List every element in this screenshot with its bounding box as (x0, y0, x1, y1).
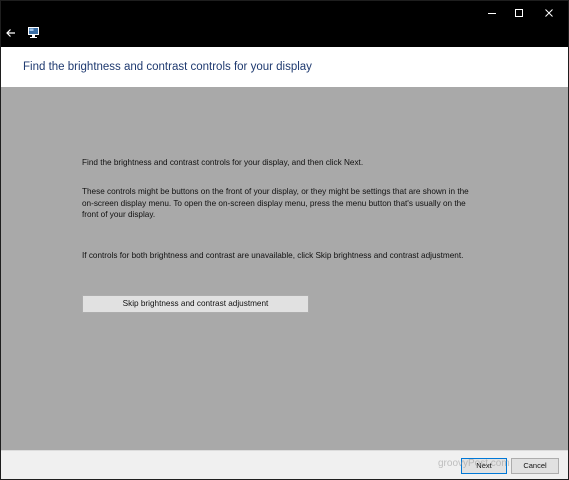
controls-description-text: These controls might be buttons on the f… (82, 187, 469, 220)
wizard-footer: Next Cancel (1, 450, 568, 479)
skip-adjustment-button[interactable]: Skip brightness and contrast adjustment (82, 295, 309, 313)
calibration-window: Find the brightness and contrast control… (1, 1, 568, 479)
skip-instruction-text: If controls for both brightness and cont… (82, 251, 464, 260)
back-arrow-icon (6, 29, 15, 37)
content-area: Find the brightness and contrast control… (1, 87, 568, 450)
maximize-button[interactable] (503, 1, 535, 25)
cancel-button[interactable]: Cancel (511, 458, 559, 474)
page-title: Find the brightness and contrast control… (23, 61, 312, 73)
next-button[interactable]: Next (461, 458, 507, 474)
back-button[interactable] (1, 23, 23, 43)
display-calibration-icon (27, 25, 41, 39)
instruction-text: Find the brightness and contrast control… (82, 158, 364, 167)
maximize-icon (515, 9, 523, 17)
wizard-header: Find the brightness and contrast control… (1, 47, 568, 88)
close-icon (545, 9, 553, 17)
close-button[interactable] (533, 1, 565, 25)
title-bar (1, 1, 568, 47)
